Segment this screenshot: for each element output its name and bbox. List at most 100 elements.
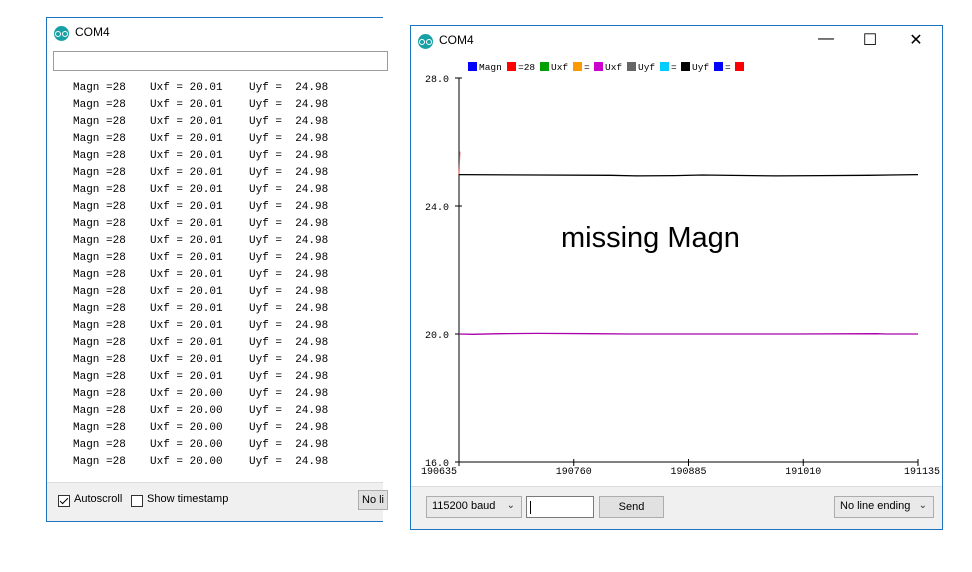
send-input[interactable] [526,496,594,518]
serial-line-uyf: Uyf = 24.98 [249,303,329,315]
baud-rate-select[interactable]: 115200 baud ⌄ [426,496,522,518]
serial-line-uxf: Uxf = 20.01 [150,116,223,128]
close-icon[interactable]: ✕ [904,30,928,50]
serial-command-input[interactable] [53,51,388,71]
serial-line-uxf: Uxf = 20.01 [150,167,223,179]
serial-line-uxf: Uxf = 20.00 [150,456,223,468]
serial-line-magn: Magn =28 [73,201,126,213]
serial-line-magn: Magn =28 [73,354,126,366]
serial-line-magn: Magn =28 [73,422,126,434]
legend-swatch [468,62,477,71]
serial-line-uyf: Uyf = 24.98 [249,99,329,111]
maximize-icon[interactable]: ☐ [858,30,882,50]
serial-output-area[interactable]: Magn =28 Uxf = 20.01 Uyf = 24.98 Magn =28 Ux… [47,78,384,483]
legend-swatch [573,62,582,71]
line-ending-select[interactable]: No line ending ⌄ [834,496,934,518]
chevron-down-icon: ⌄ [506,500,515,511]
serial-line-uxf: Uxf = 20.01 [150,252,223,264]
baud-rate-label: 115200 baud [432,500,496,512]
serial-line-uyf: Uyf = 24.98 [249,320,329,332]
serial-line-uxf: Uxf = 20.01 [150,133,223,145]
show-timestamp-checkbox[interactable] [131,495,143,507]
serial-plotter-bottom-bar: 115200 baud ⌄ Send No line ending ⌄ [411,486,942,529]
serial-line-uxf: Uxf = 20.00 [150,422,223,434]
legend-swatch [540,62,549,71]
serial-line-uyf: Uyf = 24.98 [249,133,329,145]
serial-line-uyf: Uyf = 24.98 [249,269,329,281]
legend-swatch [714,62,723,71]
legend-swatch [627,62,636,71]
legend-swatch [681,62,690,71]
serial-line-uyf: Uyf = 24.98 [249,184,329,196]
x-tick-label: 190760 [556,467,592,478]
y-tick-label: 28.0 [425,75,449,86]
line-chart: 28.024.020.016.0190635 190760 190885 191010… [421,62,940,478]
serial-line-uxf: Uxf = 20.01 [150,303,223,315]
legend-label: =28 [518,62,535,73]
serial-line-uxf: Uxf = 20.00 [150,405,223,417]
serial-line-magn: Magn =28 [73,456,126,468]
serial-line-uyf: Uyf = 24.98 [249,82,329,94]
serial-line-magn: Magn =28 [73,167,126,179]
serial-line-uyf: Uyf = 24.98 [249,150,329,162]
serial-line-uyf: Uyf = 24.98 [249,388,329,400]
serial-plotter-title: COM4 [439,33,474,47]
serial-line-magn: Magn =28 [73,82,126,94]
autoscroll-label: Autoscroll [74,493,123,505]
serial-line-uyf: Uyf = 24.98 [249,405,329,417]
serial-line-uyf: Uyf = 24.98 [249,167,329,179]
legend-label: = [671,62,677,73]
serial-line-uyf: Uyf = 24.98 [249,337,329,349]
serial-line-uxf: Uxf = 20.01 [150,286,223,298]
serial-plotter-titlebar[interactable]: COM4 — ☐ ✕ [411,26,942,56]
legend-label: Magn [479,62,502,73]
legend-label: = [584,62,590,73]
line-ending-label: No line ending [840,500,911,512]
x-tick-label: 191010 [785,467,821,478]
serial-line-uyf: Uyf = 24.98 [249,218,329,230]
legend-label: Uxf [605,62,622,73]
serial-line-uyf: Uyf = 24.98 [249,286,329,298]
arduino-app-icon [54,26,69,41]
send-button[interactable]: Send [599,496,664,518]
autoscroll-checkbox[interactable] [58,495,70,507]
serial-line-uxf: Uxf = 20.01 [150,201,223,213]
x-tick-label: 191135 [904,467,940,478]
serial-line-uxf: Uxf = 20.01 [150,82,223,94]
legend-label: Uyf [638,62,655,73]
legend-swatch [507,62,516,71]
minimize-icon[interactable]: — [814,30,838,50]
arduino-app-icon [418,34,433,49]
plot-area: 28.0 24.0 20.0 16.0 190635 190760 190885 191010… [411,58,942,488]
serial-line-magn: Magn =28 [73,303,126,315]
serial-line-uxf: Uxf = 20.01 [150,320,223,332]
serial-line-uxf: Uxf = 20.00 [150,388,223,400]
serial-line-magn: Magn =28 [73,371,126,383]
serial-line-uxf: Uxf = 20.01 [150,184,223,196]
serial-line-uyf: Uyf = 24.98 [249,235,329,247]
serial-monitor-bottom-bar: Autoscroll Show timestamp No li [47,482,388,521]
show-timestamp-label: Show timestamp [147,493,229,505]
serial-line-magn: Magn =28 [73,320,126,332]
serial-line-magn: Magn =28 [73,439,126,451]
legend-label: Uyf [692,62,709,73]
serial-line-uyf: Uyf = 24.98 [249,201,329,213]
serial-line-uyf: Uyf = 24.98 [249,371,329,383]
serial-line-magn: Magn =28 [73,235,126,247]
legend-label: = [725,62,731,73]
x-tick-label: 190635 [421,467,457,478]
serial-line-uyf: Uyf = 24.98 [249,422,329,434]
serial-monitor-title: COM4 [75,25,110,39]
serial-monitor-titlebar[interactable]: COM4 [47,18,383,48]
serial-line-magn: Magn =28 [73,269,126,281]
missing-magn-annotation: missing Magn [561,222,740,254]
serial-line-magn: Magn =28 [73,252,126,264]
serial-line-magn: Magn =28 [73,337,126,349]
serial-line-uxf: Uxf = 20.01 [150,354,223,366]
line-ending-select[interactable]: No li [358,490,388,510]
serial-line-uxf: Uxf = 20.01 [150,337,223,349]
serial-line-uxf: Uxf = 20.01 [150,218,223,230]
serial-line-uxf: Uxf = 20.00 [150,439,223,451]
y-tick-label: 20.0 [425,331,449,342]
serial-line-uyf: Uyf = 24.98 [249,439,329,451]
